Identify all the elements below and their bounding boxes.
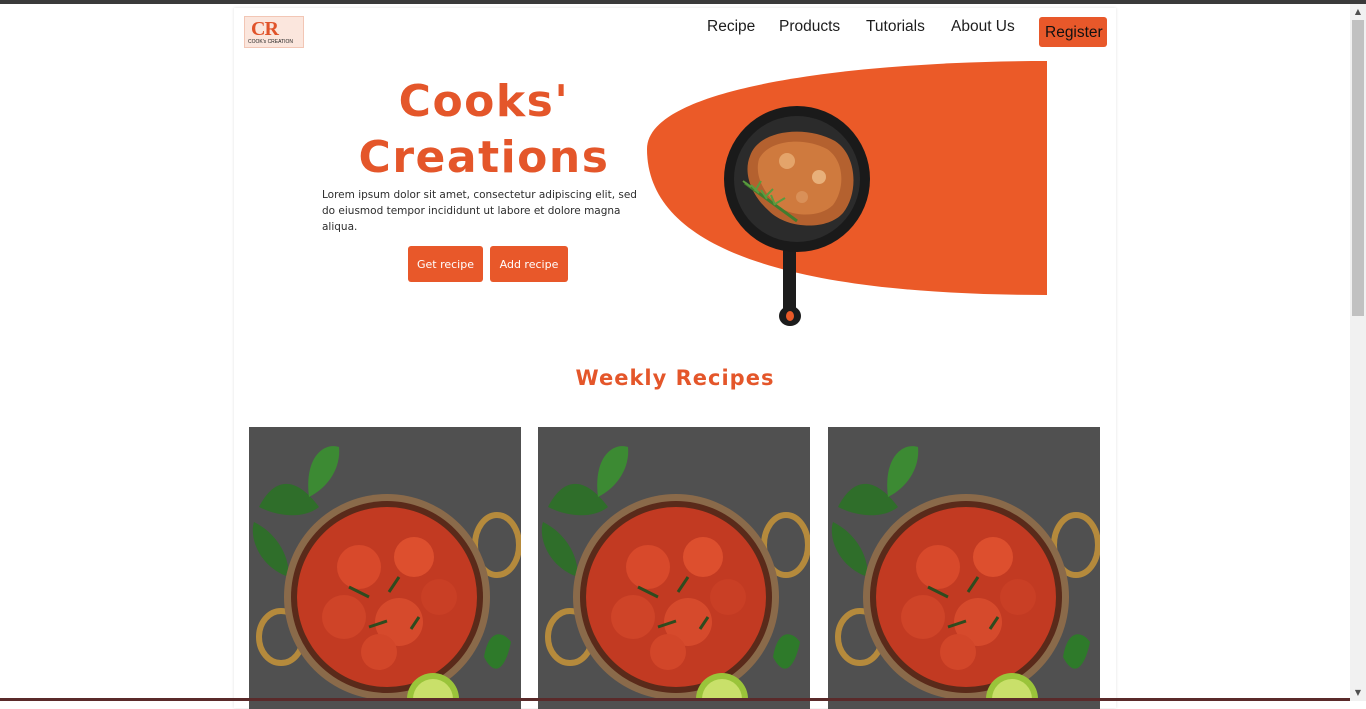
recipe-card[interactable] [249, 427, 521, 709]
nav-tutorials[interactable]: Tutorials [866, 18, 925, 36]
nav-about-us[interactable]: About Us [951, 18, 1015, 36]
register-button[interactable]: Register [1039, 17, 1107, 47]
window-top-bar [0, 0, 1366, 4]
add-recipe-button[interactable]: Add recipe [490, 246, 568, 282]
vertical-scrollbar[interactable]: ▲ ▼ [1350, 4, 1366, 701]
triangle-up-icon[interactable]: ▲ [1350, 4, 1366, 20]
get-recipe-button[interactable]: Get recipe [408, 246, 483, 282]
hero-title-line2: Creations [358, 132, 610, 183]
recipe-card[interactable] [828, 427, 1100, 709]
recipe-image [249, 427, 521, 709]
triangle-down-icon[interactable]: ▼ [1350, 685, 1366, 701]
scrollbar-thumb[interactable] [1352, 20, 1364, 316]
logo-text: COOK's CREATION [248, 39, 294, 45]
recipe-image [538, 427, 810, 709]
recipe-image [828, 427, 1100, 709]
nav-products[interactable]: Products [779, 18, 840, 36]
hero-title-line1: Cooks' [398, 76, 570, 127]
hero-skillet-illustration [647, 61, 1047, 326]
logo-mark: CR [251, 18, 279, 40]
hero-description: Lorem ipsum dolor sit amet, consectetur … [322, 189, 637, 233]
page-container: CR COOK's CREATION Recipe Products Tutor… [234, 8, 1116, 709]
hero-title: Cooks' Creations [334, 74, 634, 186]
site-logo[interactable]: CR COOK's CREATION [244, 16, 304, 48]
nav-recipe[interactable]: Recipe [707, 18, 755, 36]
recipe-card[interactable] [538, 427, 810, 709]
weekly-recipes-title: Weekly Recipes [575, 366, 775, 390]
